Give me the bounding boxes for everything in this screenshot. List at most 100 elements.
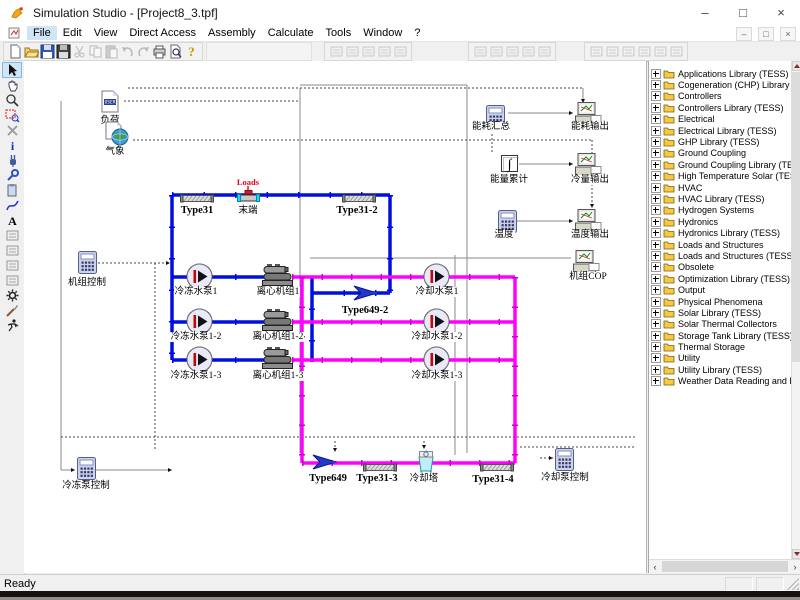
expand-plus-icon[interactable] xyxy=(651,137,661,147)
project-canvas[interactable]: USER负荷气象Type31末端LoadsType31-2机组控制冷冻水泵1冷冻… xyxy=(24,61,647,573)
weather-file-weather-doc-icon[interactable] xyxy=(104,121,130,152)
expand-plus-icon[interactable] xyxy=(651,376,661,386)
scroll-thumb[interactable] xyxy=(792,72,800,362)
tree-item-hydrogen-systems[interactable]: Hydrogen Systems xyxy=(651,205,791,216)
print-icon[interactable] xyxy=(151,44,167,59)
tree-item-controllers-library-tess[interactable]: Controllers Library (TESS) xyxy=(651,102,791,113)
expand-plus-icon[interactable] xyxy=(651,297,661,307)
save-icon[interactable] xyxy=(39,44,55,59)
redo-icon[interactable] xyxy=(135,44,151,59)
expand-plus-icon[interactable] xyxy=(651,342,661,352)
temp-output-plotter-icon[interactable] xyxy=(575,209,602,238)
gear-icon[interactable] xyxy=(3,288,21,302)
maximize-button[interactable]: □ xyxy=(724,0,762,25)
expand-plus-icon[interactable] xyxy=(651,365,661,375)
tree-item-hvac-library-tess[interactable]: HVAC Library (TESS) xyxy=(651,193,791,204)
tree-item-utility[interactable]: Utility xyxy=(651,353,791,364)
tree-item-cogeneration-chp-library-tess[interactable]: Cogeneration (CHP) Library (TESS) xyxy=(651,79,791,90)
type649-diverter-icon[interactable] xyxy=(311,453,337,476)
menu-edit[interactable]: Edit xyxy=(57,26,88,40)
menu-calculate[interactable]: Calculate xyxy=(262,26,320,40)
mdi-minimize-button[interactable]: – xyxy=(736,27,752,41)
show-frame-icon[interactable] xyxy=(588,44,604,59)
tree-item-ground-coupling[interactable]: Ground Coupling xyxy=(651,148,791,159)
expand-plus-icon[interactable] xyxy=(651,319,661,329)
energy-sum-calculator-icon[interactable] xyxy=(486,105,505,133)
show-grid-icon[interactable] xyxy=(668,44,684,59)
tree-item-controllers[interactable]: Controllers xyxy=(651,91,791,102)
tree-item-output[interactable]: Output xyxy=(651,284,791,295)
chiller-3-chiller-icon[interactable] xyxy=(262,347,293,374)
expand-plus-icon[interactable] xyxy=(651,274,661,284)
chiller-2-chiller-icon[interactable] xyxy=(262,309,293,336)
scroll-down-icon[interactable] xyxy=(792,549,800,559)
tree-item-utility-library-tess[interactable]: Utility Library (TESS) xyxy=(651,364,791,375)
show-layers-icon[interactable] xyxy=(636,44,652,59)
expand-plus-icon[interactable] xyxy=(651,240,661,250)
show-printer-icon[interactable] xyxy=(652,44,668,59)
type31-4-pipe-icon[interactable] xyxy=(480,459,514,477)
expand-plus-icon[interactable] xyxy=(651,171,661,181)
tree-item-hydronics[interactable]: Hydronics xyxy=(651,216,791,227)
menu-tools[interactable]: Tools xyxy=(320,26,358,40)
show-ports-icon[interactable] xyxy=(604,44,620,59)
menu-view[interactable]: View xyxy=(88,26,124,40)
cw-pump-1-pump-icon[interactable] xyxy=(423,263,450,295)
terminal-terminal-icon[interactable] xyxy=(237,189,260,207)
print-layout-icon[interactable] xyxy=(3,258,21,272)
save-all-icon[interactable] xyxy=(55,44,71,59)
cooling-tower-cooling-tower-icon[interactable] xyxy=(415,449,437,478)
tree-item-storage-tank-library-tess[interactable]: Storage Tank Library (TESS) xyxy=(651,330,791,341)
type31-pipe-icon[interactable] xyxy=(180,190,214,208)
expand-plus-icon[interactable] xyxy=(651,217,661,227)
tree-item-high-temperature-solar-tess[interactable]: High Temperature Solar (TESS) xyxy=(651,171,791,182)
show-locks-icon[interactable] xyxy=(620,44,636,59)
tree-item-thermal-storage[interactable]: Thermal Storage xyxy=(651,341,791,352)
size-vertical-icon[interactable] xyxy=(344,44,360,59)
expand-plus-icon[interactable] xyxy=(651,160,661,170)
temperature-calculator-icon[interactable] xyxy=(498,210,517,238)
info-icon[interactable]: i xyxy=(3,138,21,152)
chiller-1-chiller-icon[interactable] xyxy=(262,264,293,291)
assembly-tree-icon[interactable] xyxy=(472,44,488,59)
close-button[interactable]: × xyxy=(762,0,800,25)
screwdriver-icon[interactable] xyxy=(3,303,21,317)
pan-hand-icon[interactable] xyxy=(3,78,21,92)
menu-direct-access[interactable]: Direct Access xyxy=(123,26,202,40)
expand-plus-icon[interactable] xyxy=(651,80,661,90)
unit-cop-plotter-icon[interactable] xyxy=(573,250,600,279)
tree-item-loads-and-structures-tess[interactable]: Loads and Structures (TESS) xyxy=(651,250,791,261)
link-icon[interactable] xyxy=(3,198,21,212)
expand-plus-icon[interactable] xyxy=(651,103,661,113)
tree-item-physical-phenomena[interactable]: Physical Phenomena xyxy=(651,296,791,307)
center-window-icon[interactable] xyxy=(376,44,392,59)
expand-plus-icon[interactable] xyxy=(651,251,661,261)
tree-item-solar-thermal-collectors[interactable]: Solar Thermal Collectors xyxy=(651,319,791,330)
type31-2-pipe-icon[interactable] xyxy=(342,190,376,208)
paste-icon[interactable] xyxy=(103,44,119,59)
copy-icon[interactable] xyxy=(87,44,103,59)
chw-pump-3-pump-icon[interactable] xyxy=(186,346,213,378)
tree-item-hydronics-library-tess[interactable]: Hydronics Library (TESS) xyxy=(651,227,791,238)
expand-plus-icon[interactable] xyxy=(651,91,661,101)
expand-plus-icon[interactable] xyxy=(651,148,661,158)
load-file-user-doc-icon[interactable]: USER xyxy=(99,90,121,119)
tile-windows-icon[interactable] xyxy=(392,44,408,59)
energy-accum-integrator-icon[interactable]: ∫ xyxy=(501,155,519,178)
menu-assembly[interactable]: Assembly xyxy=(202,26,262,40)
table-icon[interactable] xyxy=(504,44,520,59)
print-preview-icon[interactable] xyxy=(167,44,183,59)
tree-item-loads-and-structures[interactable]: Loads and Structures xyxy=(651,239,791,250)
anchor-icon[interactable] xyxy=(520,44,536,59)
expand-plus-icon[interactable] xyxy=(651,308,661,318)
help-icon[interactable]: ? xyxy=(183,44,199,59)
open-icon[interactable] xyxy=(23,44,39,59)
size-horizontal-icon[interactable] xyxy=(328,44,344,59)
tree-item-solar-library-tess[interactable]: Solar Library (TESS) xyxy=(651,307,791,318)
minimize-button[interactable]: – xyxy=(686,0,724,25)
type649-2-diverter-icon[interactable] xyxy=(352,284,378,307)
expand-plus-icon[interactable] xyxy=(651,228,661,238)
undo-icon[interactable] xyxy=(119,44,135,59)
tree-item-electrical[interactable]: Electrical xyxy=(651,114,791,125)
zoom-icon[interactable] xyxy=(3,93,21,107)
